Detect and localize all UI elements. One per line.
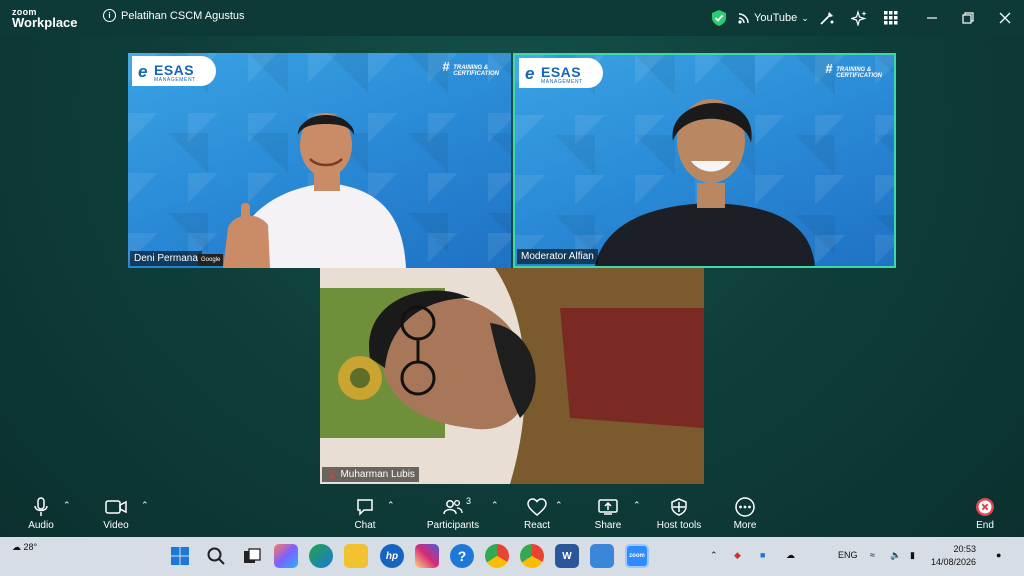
more-label: More — [733, 520, 757, 531]
react-label: React — [523, 520, 551, 531]
broadcast-icon — [738, 13, 749, 24]
battery-icon[interactable]: ▮ — [910, 550, 915, 561]
close-icon[interactable] — [996, 9, 1014, 27]
participant-name-text: Muharman Lubis — [340, 469, 415, 480]
chat-options-caret[interactable]: ⌃ — [387, 500, 395, 511]
participants-button[interactable]: Participants — [418, 492, 488, 531]
react-options-caret[interactable]: ⌃ — [555, 500, 563, 511]
help-icon[interactable]: ? — [450, 544, 474, 568]
participant-video-muharman — [320, 268, 704, 484]
hp-icon[interactable]: hp — [380, 544, 404, 568]
language-indicator[interactable]: ENG — [838, 550, 858, 560]
chrome-icon[interactable] — [520, 544, 544, 568]
participant-video-alfian — [595, 99, 815, 266]
edge-browser-icon[interactable] — [309, 544, 333, 568]
participant-name-label: Moderator Alfian — [517, 249, 598, 264]
date: 14/08/2026 — [930, 557, 976, 567]
end-label: End — [976, 520, 994, 531]
participant-name-label: Deni Permana — [130, 251, 202, 266]
more-button[interactable]: More — [710, 492, 780, 531]
shield-check-icon[interactable] — [710, 9, 728, 27]
meeting-info[interactable]: i Pelatihan CSCM Agustus — [103, 9, 245, 22]
audio-button[interactable]: Audio — [6, 492, 76, 531]
tray-app-icon[interactable]: ■ — [760, 550, 765, 560]
wifi-icon[interactable]: ≈ — [870, 550, 875, 560]
participants-count: 3 — [466, 496, 472, 506]
participants-options-caret[interactable]: ⌃ — [491, 500, 499, 511]
zoom-taskbar-icon[interactable]: zoom — [625, 544, 649, 568]
mic-muted-icon: 🎙 — [326, 469, 338, 479]
clock[interactable]: 20:53 14/08/2026 — [931, 543, 976, 569]
react-button[interactable]: React — [502, 492, 572, 531]
host-tools-button[interactable]: Host tools — [644, 492, 714, 531]
chrome-profile-icon[interactable] — [485, 544, 509, 568]
apps-grid-icon[interactable] — [882, 9, 900, 27]
heart-icon — [527, 498, 547, 516]
notification-bell-icon[interactable]: ● — [996, 550, 1001, 560]
zoom-workplace-logo: zoom Workplace — [12, 7, 78, 30]
onedrive-icon[interactable]: ☁ — [786, 550, 795, 561]
chat-bubble-icon — [357, 499, 373, 516]
video-label: Video — [103, 520, 129, 531]
task-view-icon[interactable] — [240, 544, 264, 568]
time: 20:53 — [953, 544, 976, 554]
windows-start-icon[interactable] — [168, 544, 192, 568]
video-options-caret[interactable]: ⌃ — [141, 500, 149, 511]
security-app-icon[interactable]: ◆ — [734, 550, 741, 561]
participant-video-deni — [223, 113, 406, 268]
google-badge: Google — [198, 254, 224, 266]
minimize-icon[interactable] — [923, 9, 941, 27]
end-x-icon — [976, 498, 994, 516]
participants-icon — [443, 499, 463, 515]
video-camera-icon — [105, 500, 127, 514]
search-icon[interactable] — [204, 544, 228, 568]
share-screen-icon — [598, 499, 618, 515]
audio-label: Audio — [28, 520, 54, 531]
stream-label: YouTube — [754, 12, 798, 24]
annotate-icon[interactable] — [818, 9, 836, 27]
temperature: 28° — [23, 542, 38, 552]
windows-taskbar: ☁ 28° hp ? W zoom ⌃ ◆ ■ ☁ ENG ≈ 🔈 ▮ 20:5… — [0, 537, 1024, 576]
volume-icon[interactable]: 🔈 — [890, 550, 901, 561]
meeting-controls: Audio ⌃ Video ⌃ Chat ⌃ Participants 3 ⌃ … — [0, 492, 1024, 536]
end-button[interactable]: End — [950, 492, 1020, 531]
info-icon[interactable]: i — [103, 9, 116, 22]
share-options-caret[interactable]: ⌃ — [633, 500, 641, 511]
copilot-icon[interactable] — [274, 544, 298, 568]
share-button[interactable]: Share — [573, 492, 643, 531]
video-tile-deni-permana[interactable]: e ESAS MANAGEMENT # TRAINING & CERTIFICA… — [128, 53, 511, 268]
title-bar: zoom Workplace i Pelatihan CSCM Agustus … — [0, 0, 1024, 36]
video-tile-muharman-lubis[interactable]: 🎙 Muharman Lubis — [320, 268, 704, 484]
microphone-icon — [34, 497, 48, 516]
photos-icon[interactable] — [590, 544, 614, 568]
shield-icon — [671, 498, 687, 516]
meeting-title: Pelatihan CSCM Agustus — [121, 9, 245, 22]
more-dots-icon — [735, 497, 755, 517]
video-tile-moderator-alfian[interactable]: e ESAS MANAGEMENT # TRAINING & CERTIFICA… — [513, 53, 896, 268]
audio-options-caret[interactable]: ⌃ — [63, 500, 71, 511]
chevron-down-icon: ⌄ — [801, 12, 809, 23]
chat-label: Chat — [354, 520, 376, 531]
host-tools-label: Host tools — [656, 520, 702, 531]
restore-icon[interactable] — [959, 9, 977, 27]
chat-button[interactable]: Chat — [330, 492, 400, 531]
ai-companion-sparkle-icon[interactable] — [850, 9, 868, 27]
cloud-icon: ☁ — [12, 542, 21, 552]
video-button[interactable]: Video — [81, 492, 151, 531]
live-stream-youtube[interactable]: YouTube ⌄ — [738, 8, 809, 28]
share-label: Share — [594, 520, 622, 531]
chevron-up-icon[interactable]: ⌃ — [710, 550, 718, 561]
brand-bottom: Workplace — [12, 15, 78, 30]
weather-widget[interactable]: ☁ 28° — [12, 542, 37, 553]
file-explorer-icon[interactable] — [344, 544, 368, 568]
instagram-icon[interactable] — [415, 544, 439, 568]
word-icon[interactable]: W — [555, 544, 579, 568]
participants-label: Participants — [426, 520, 480, 531]
participant-name-label: 🎙 Muharman Lubis — [322, 467, 419, 482]
